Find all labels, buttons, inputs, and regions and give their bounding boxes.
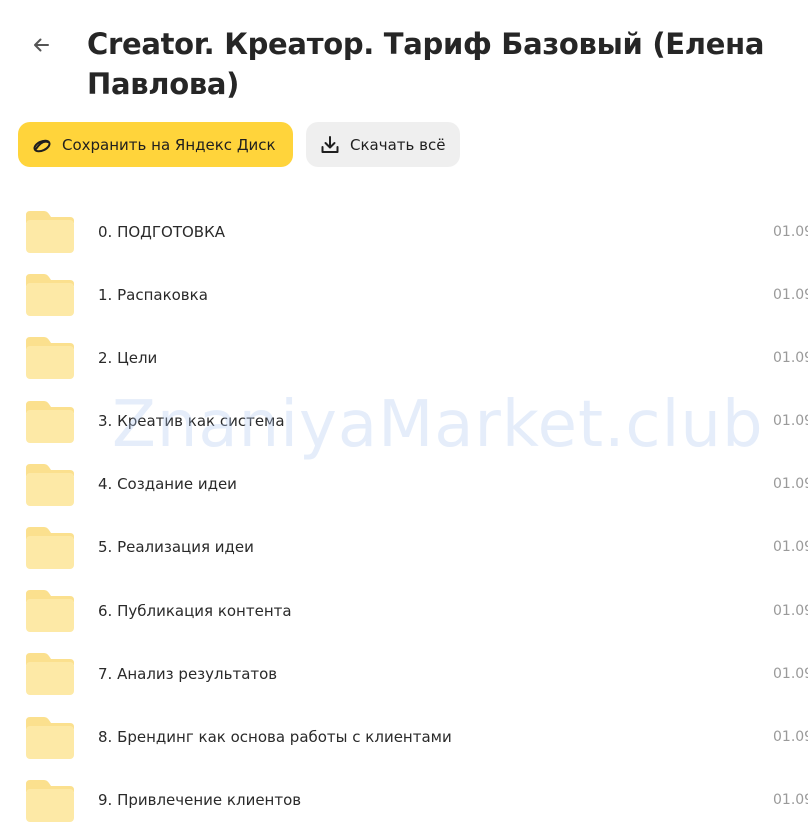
file-date: 01.09 [773, 413, 808, 430]
file-name: 1. Распаковка [98, 285, 208, 304]
file-row[interactable]: 1. Распаковка 01.09 [0, 263, 808, 326]
file-name: 3. Креатив как система [98, 412, 285, 431]
file-date: 01.09 [773, 286, 808, 303]
yandex-disk-icon [30, 133, 54, 157]
arrow-left-icon [34, 38, 49, 52]
file-list: 0. ПОДГОТОВКА01.091. Распаковка01.092. Ц… [0, 200, 808, 832]
file-name: 9. Привлечение клиентов [98, 791, 302, 810]
file-row[interactable]: 3. Креатив как система 01.09 [0, 390, 808, 453]
download-icon [318, 133, 342, 157]
file-date: 01.09 [773, 539, 808, 556]
download-button-label: Скачать всё [350, 135, 446, 154]
folder-icon [24, 399, 76, 445]
file-row[interactable]: 2. Цели 01.09 [0, 326, 808, 389]
file-date: 01.09 [773, 665, 808, 682]
file-date: 01.09 [773, 223, 808, 240]
file-date: 01.09 [773, 476, 808, 493]
file-row[interactable]: 8. Брендинг как основа работы с клиентам… [0, 706, 808, 769]
file-date: 01.09 [773, 602, 808, 619]
file-name: 5. Реализация идеи [98, 538, 254, 557]
folder-icon [24, 651, 76, 697]
save-button-label: Сохранить на Яндекс Диск [62, 135, 276, 154]
folder-icon [24, 209, 76, 255]
file-name: 8. Брендинг как основа работы с клиентам… [98, 728, 452, 746]
back-button[interactable] [24, 28, 58, 62]
file-row[interactable]: 7. Анализ результатов 01.09 [0, 642, 808, 705]
file-row[interactable]: 6. Публикация контента 01.09 [0, 579, 808, 642]
file-name: 2. Цели [98, 348, 158, 367]
file-name: 6. Публикация контента [98, 601, 292, 620]
file-row[interactable]: 9. Привлечение клиентов 01.09 [0, 769, 808, 832]
file-date: 01.09 [773, 792, 808, 809]
file-name: 4. Создание идеи [98, 475, 237, 494]
folder-icon [24, 588, 76, 634]
app-window: Creator. Креатор. Тариф Базовый (Елена П… [0, 0, 808, 840]
folder-icon [24, 715, 76, 761]
file-name: 0. ПОДГОТОВКА [98, 222, 226, 241]
file-row[interactable]: 4. Создание идеи 01.09 [0, 453, 808, 516]
folder-icon [24, 272, 76, 318]
save-to-yandex-disk-button[interactable]: Сохранить на Яндекс Диск [18, 122, 293, 167]
folder-icon [24, 525, 76, 571]
file-row[interactable]: 5. Реализация идеи 01.09 [0, 516, 808, 579]
folder-icon [24, 778, 76, 824]
page-title: Creator. Креатор. Тариф Базовый (Елена П… [87, 27, 765, 101]
folder-icon [24, 335, 76, 381]
file-row[interactable]: 0. ПОДГОТОВКА 01.09 [0, 200, 808, 263]
file-date: 01.09 [773, 729, 808, 745]
file-date: 01.09 [773, 349, 808, 366]
download-all-button[interactable]: Скачать всё [306, 122, 460, 167]
folder-icon [24, 462, 76, 508]
file-name: 7. Анализ результатов [98, 664, 278, 683]
